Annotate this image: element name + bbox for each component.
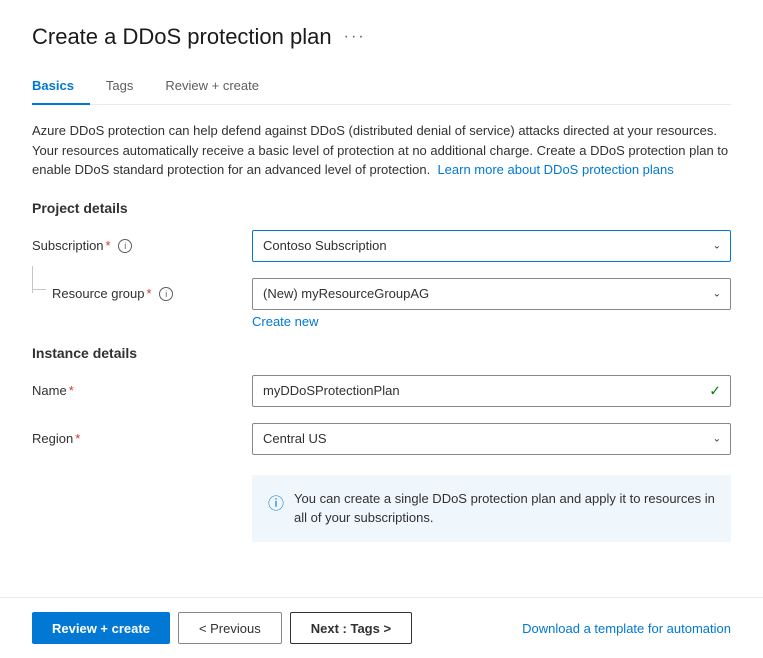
name-required: * <box>69 383 74 398</box>
resource-group-control: (New) myResourceGroupAG ⌄ Create new <box>252 278 731 329</box>
region-dropdown-wrapper: Central US ⌄ <box>252 423 731 455</box>
subscription-label: Subscription* i <box>32 230 252 254</box>
info-box-icon: ⓘ <box>268 490 284 514</box>
tab-basics[interactable]: Basics <box>32 70 90 105</box>
template-link[interactable]: Download a template for automation <box>522 621 731 636</box>
ellipsis-menu-button[interactable]: ··· <box>344 28 366 46</box>
tab-tags[interactable]: Tags <box>106 70 149 105</box>
name-input[interactable] <box>252 375 731 407</box>
resource-group-info-icon[interactable]: i <box>159 287 173 301</box>
region-control: Central US ⌄ <box>252 423 731 455</box>
bottom-bar: Review + create < Previous Next : Tags >… <box>0 597 763 658</box>
resource-group-dropdown[interactable]: (New) myResourceGroupAG <box>252 278 731 310</box>
name-valid-icon: ✓ <box>709 382 721 399</box>
name-group: Name* ✓ <box>32 375 731 407</box>
region-required: * <box>75 431 80 446</box>
subscription-control: Contoso Subscription ⌄ <box>252 230 731 262</box>
resource-group-group: Resource group* i (New) myResourceGroupA… <box>32 278 731 329</box>
region-dropdown[interactable]: Central US <box>252 423 731 455</box>
create-new-resource-group-link[interactable]: Create new <box>252 314 318 329</box>
region-label: Region* <box>32 423 252 446</box>
review-create-button[interactable]: Review + create <box>32 612 170 644</box>
next-tags-button[interactable]: Next : Tags > <box>290 612 412 644</box>
resource-group-label: Resource group* i <box>32 278 252 302</box>
tabs-row: Basics Tags Review + create <box>32 70 731 105</box>
subscription-info-icon[interactable]: i <box>118 239 132 253</box>
subscription-dropdown-wrapper: Contoso Subscription ⌄ <box>252 230 731 262</box>
name-control: ✓ <box>252 375 731 407</box>
resource-group-dropdown-wrapper: (New) myResourceGroupAG ⌄ <box>252 278 731 310</box>
learn-more-link[interactable]: Learn more about DDoS protection plans <box>437 162 673 177</box>
page-title: Create a DDoS protection plan <box>32 24 332 50</box>
instance-details-title: Instance details <box>32 345 731 361</box>
subscription-required: * <box>106 238 111 253</box>
resource-group-required: * <box>147 286 152 301</box>
project-details-title: Project details <box>32 200 731 216</box>
subscription-dropdown[interactable]: Contoso Subscription <box>252 230 731 262</box>
name-input-wrapper: ✓ <box>252 375 731 407</box>
subscription-group: Subscription* i Contoso Subscription ⌄ <box>32 230 731 262</box>
info-box-text: You can create a single DDoS protection … <box>294 489 715 528</box>
previous-button[interactable]: < Previous <box>178 612 282 644</box>
region-group: Region* Central US ⌄ <box>32 423 731 455</box>
name-label: Name* <box>32 375 252 398</box>
info-box: ⓘ You can create a single DDoS protectio… <box>252 475 731 542</box>
tab-review-create[interactable]: Review + create <box>165 70 275 105</box>
description-text: Azure DDoS protection can help defend ag… <box>32 121 731 180</box>
